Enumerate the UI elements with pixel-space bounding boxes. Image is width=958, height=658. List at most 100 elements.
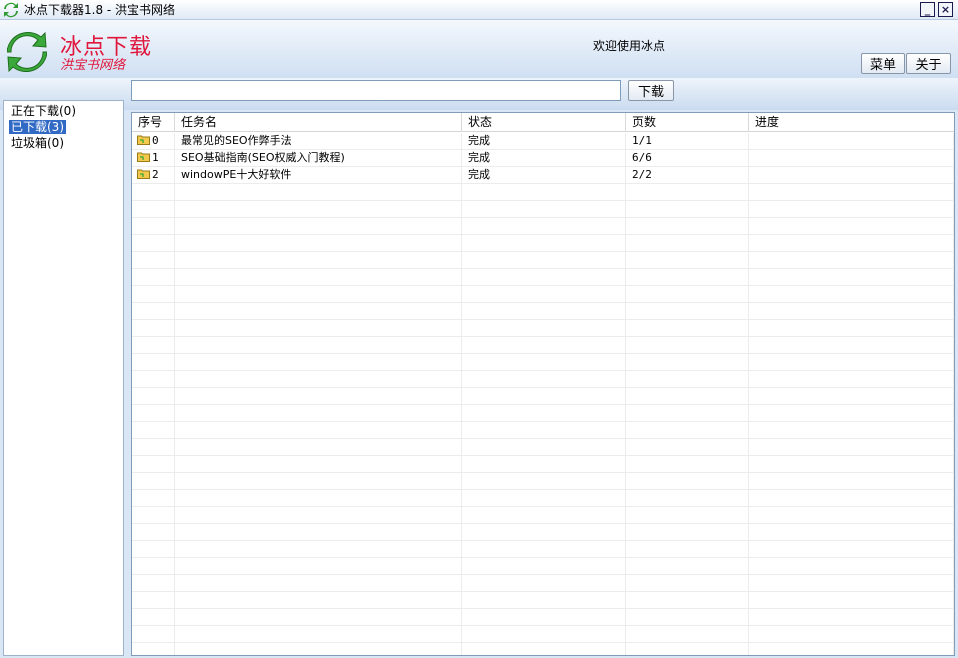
column-header-progress[interactable]: 进度 [749, 113, 954, 132]
cell-pages [626, 473, 749, 489]
cell-name [175, 218, 462, 234]
brand-subtitle: 洪宝书网络 [60, 58, 126, 73]
cell-name [175, 201, 462, 217]
cell-progress [749, 201, 954, 217]
cell-name [175, 422, 462, 438]
cell-status [462, 456, 626, 472]
cell-progress [749, 388, 954, 404]
cell-progress [749, 626, 954, 642]
cell-status [462, 286, 626, 302]
close-button[interactable]: × [938, 2, 953, 17]
minimize-icon: _ [924, 3, 931, 16]
cell-pages [626, 252, 749, 268]
sidebar-item-label: 正在下载(0) [11, 104, 76, 118]
cell-index [132, 575, 175, 591]
cell-index [132, 541, 175, 557]
menu-button[interactable]: 菜单 [861, 53, 905, 74]
cell-name [175, 184, 462, 200]
close-icon: × [940, 3, 951, 16]
cell-pages [626, 337, 749, 353]
cell-index [132, 371, 175, 387]
cell-status [462, 507, 626, 523]
cell-name [175, 252, 462, 268]
app-header: 冰点下载 洪宝书网络 欢迎使用冰点 菜单 关于 [0, 20, 958, 78]
empty-row [132, 252, 954, 269]
cell-status [462, 405, 626, 421]
minimize-button[interactable]: _ [920, 2, 935, 17]
category-sidebar: 正在下载(0) 已下载(3) 垃圾箱(0) [3, 100, 124, 656]
cell-name [175, 490, 462, 506]
cell-index [132, 456, 175, 472]
cell-pages [626, 439, 749, 455]
cell-name-text: windowPE十大好软件 [181, 168, 292, 181]
empty-row [132, 269, 954, 286]
cell-index [132, 320, 175, 336]
cell-pages [626, 388, 749, 404]
cell-progress [749, 252, 954, 268]
folder-icon [137, 135, 150, 145]
about-button[interactable]: 关于 [906, 53, 951, 74]
cell-index [132, 269, 175, 285]
sidebar-item-downloading[interactable]: 正在下载(0) [4, 103, 123, 119]
cell-status-text: 完成 [468, 151, 490, 164]
cell-name [175, 286, 462, 302]
url-toolbar: 下载 [0, 78, 958, 110]
cell-name [175, 558, 462, 574]
empty-row [132, 388, 954, 405]
column-header-status[interactable]: 状态 [462, 113, 626, 132]
sidebar-item-trash[interactable]: 垃圾箱(0) [4, 135, 123, 151]
cell-progress [749, 524, 954, 540]
task-list[interactable]: 序号 任务名 状态 页数 进度 0 最常见的SEO作弊手法 完成 1/1 1 SEO基础指… [131, 112, 955, 656]
cell-progress [749, 303, 954, 319]
cell-progress [749, 643, 954, 655]
table-row[interactable]: 1 SEO基础指南(SEO权威入门教程) 完成 6/6 [132, 150, 954, 167]
cell-progress [749, 133, 954, 149]
cell-status: 完成 [462, 133, 626, 149]
empty-row [132, 405, 954, 422]
cell-pages: 1/1 [626, 133, 749, 149]
download-button[interactable]: 下载 [628, 80, 674, 101]
cell-pages [626, 507, 749, 523]
cell-index [132, 286, 175, 302]
column-header-name[interactable]: 任务名 [175, 113, 462, 132]
empty-row [132, 303, 954, 320]
table-row[interactable]: 0 最常见的SEO作弊手法 完成 1/1 [132, 133, 954, 150]
cell-index [132, 524, 175, 540]
column-header-pages[interactable]: 页数 [626, 113, 749, 132]
cell-status-text: 完成 [468, 168, 490, 181]
cell-status [462, 558, 626, 574]
cell-index [132, 337, 175, 353]
cell-progress [749, 541, 954, 557]
empty-row [132, 371, 954, 388]
sidebar-item-downloaded[interactable]: 已下载(3) [4, 119, 123, 135]
cell-index-text: 2 [152, 168, 159, 181]
cell-progress [749, 473, 954, 489]
empty-row [132, 490, 954, 507]
cell-name [175, 439, 462, 455]
empty-row [132, 286, 954, 303]
cell-status [462, 320, 626, 336]
cell-status [462, 252, 626, 268]
cell-pages [626, 592, 749, 608]
cell-progress [749, 490, 954, 506]
table-row[interactable]: 2 windowPE十大好软件 完成 2/2 [132, 167, 954, 184]
cell-pages [626, 201, 749, 217]
folder-icon [137, 152, 150, 162]
cell-index [132, 388, 175, 404]
cell-index [132, 218, 175, 234]
cell-index [132, 626, 175, 642]
cell-index [132, 490, 175, 506]
empty-row [132, 541, 954, 558]
cell-name [175, 405, 462, 421]
column-header-index[interactable]: 序号 [132, 113, 175, 132]
url-input[interactable] [131, 80, 621, 101]
cell-progress [749, 592, 954, 608]
empty-row [132, 643, 954, 655]
cell-status: 完成 [462, 150, 626, 166]
cell-index [132, 184, 175, 200]
cell-pages [626, 575, 749, 591]
cell-index: 1 [132, 150, 175, 166]
cell-pages [626, 303, 749, 319]
cell-index [132, 201, 175, 217]
cell-progress [749, 609, 954, 625]
